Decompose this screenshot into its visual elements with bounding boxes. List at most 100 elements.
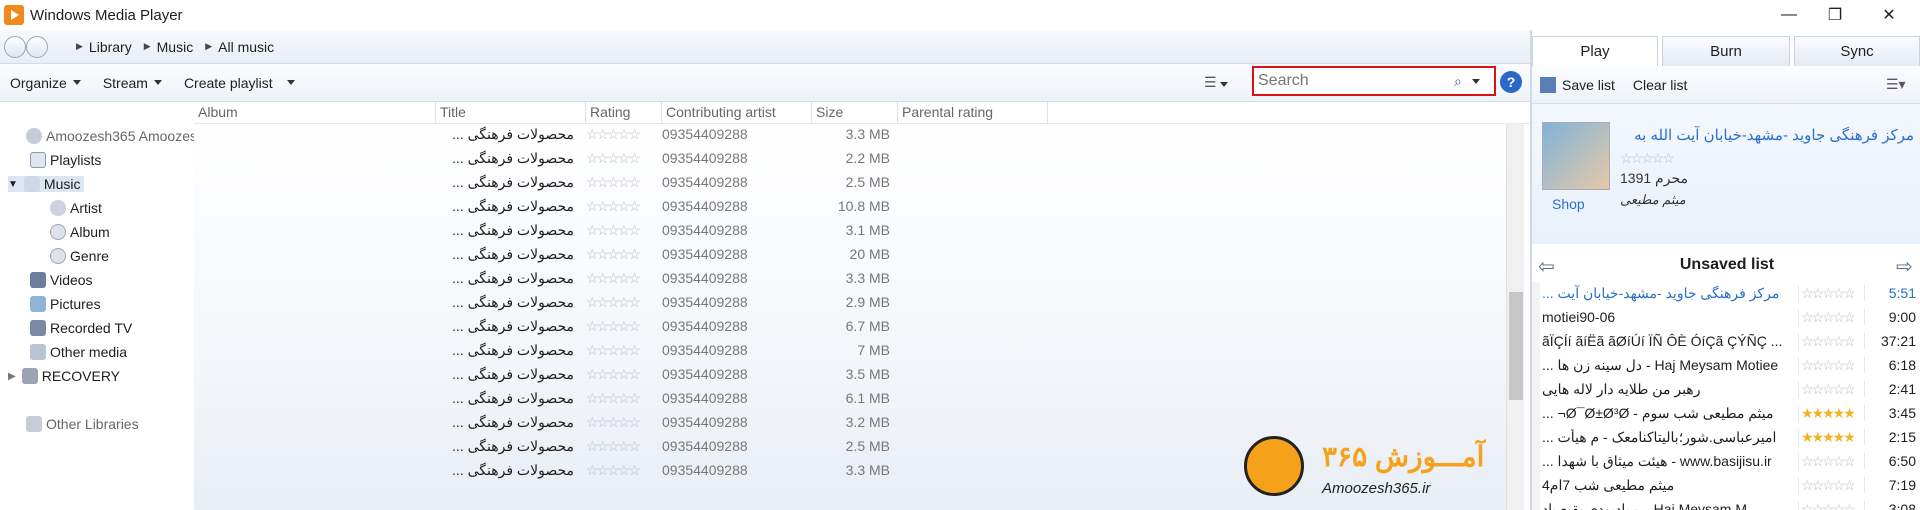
close-button[interactable]: ✕ <box>1866 0 1912 30</box>
breadcrumb-music[interactable]: ▶ Music <box>144 39 193 55</box>
table-row[interactable]: محصولات فرهنگی ... ☆☆☆☆☆ 09354409288 6.1 MB <box>194 388 1506 412</box>
rating-stars[interactable]: ☆☆☆☆☆ <box>586 198 652 215</box>
playlist-item[interactable]: Haj Meysam M... - یادبودی بقیع یاد ☆☆☆☆☆ 3… <box>1532 498 1920 510</box>
column-rating[interactable]: Rating <box>586 102 662 124</box>
table-row[interactable]: محصولات فرهنگی ... ☆☆☆☆☆ 09354409288 10.8 M… <box>194 196 1506 220</box>
sidebar-item-playlists[interactable]: Playlists <box>30 152 101 168</box>
sidebar-item-recovery[interactable]: ▶ RECOVERY <box>8 368 120 384</box>
playlist-item-title: Haj Meysam M... - یادبودی بقیع یاد <box>1542 501 1748 510</box>
column-parental-rating[interactable]: Parental rating <box>898 102 1048 124</box>
playlist-item[interactable]: www.basijisu.ir - هیئت میثاق با شهدا ...… <box>1532 450 1920 474</box>
rating-stars[interactable]: ☆☆☆☆☆ <box>586 270 652 287</box>
album-art[interactable] <box>1542 122 1610 190</box>
shop-link[interactable]: Shop <box>1552 196 1585 212</box>
organize-button[interactable]: Organize <box>10 75 81 91</box>
save-list-button[interactable]: Save list <box>1562 77 1615 93</box>
breadcrumb-arrow-icon: ▶ <box>143 41 151 51</box>
rating-stars[interactable]: ☆☆☆☆☆ <box>586 126 652 143</box>
column-title[interactable]: Title <box>436 102 586 124</box>
rating-stars[interactable]: ☆☆☆☆☆ <box>586 366 652 383</box>
rating-stars[interactable]: ☆☆☆☆☆ <box>586 414 652 431</box>
rating-stars[interactable]: ☆☆☆☆☆ <box>586 294 652 311</box>
playlist-item-rating[interactable]: ☆☆☆☆☆ <box>1798 309 1864 326</box>
sidebar-item-videos[interactable]: Videos <box>30 272 93 288</box>
chevron-down-icon[interactable] <box>1471 78 1480 84</box>
tab-sync[interactable]: Sync <box>1794 36 1920 66</box>
column-contributing-artist[interactable]: Contributing artist <box>662 102 812 124</box>
sidebar-item-artist[interactable]: Artist <box>50 200 102 216</box>
arrow-right-icon[interactable]: ⇨ <box>1896 254 1913 279</box>
rating-stars[interactable]: ☆☆☆☆☆ <box>586 318 652 335</box>
rating-stars[interactable]: ☆☆☆☆☆ <box>586 462 652 479</box>
table-row[interactable]: محصولات فرهنگی ... ☆☆☆☆☆ 09354409288 2.2 MB <box>194 148 1506 172</box>
table-row[interactable]: محصولات فرهنگی ... ☆☆☆☆☆ 09354409288 20 MB <box>194 244 1506 268</box>
playlist-item-rating[interactable]: ☆☆☆☆☆ <box>1798 357 1864 374</box>
playlist-item[interactable]: امیرعباسی.شور؛بالیتاکنامعک - م هیأت ... ★… <box>1532 426 1920 450</box>
sidebar-item-pictures[interactable]: Pictures <box>30 296 101 312</box>
playlist-item-rating[interactable]: ★★★★★ <box>1798 429 1864 446</box>
playlist-item-rating[interactable]: ★★★★★ <box>1798 405 1864 422</box>
search-input[interactable] <box>1258 72 1448 90</box>
playlist-item-rating[interactable]: ☆☆☆☆☆ <box>1798 477 1864 494</box>
sidebar-item-music[interactable]: ▼ Music <box>8 176 85 192</box>
playlist-item[interactable]: Haj Meysam Motiee - دل سینه زن ها ... ☆☆☆… <box>1532 354 1920 378</box>
playlist-item-rating[interactable]: ☆☆☆☆☆ <box>1798 501 1864 510</box>
playlist-item[interactable]: motiei90-06 ☆☆☆☆☆ 9:00 <box>1532 306 1920 330</box>
playlist-item-duration: 37:21 <box>1864 333 1916 349</box>
breadcrumb-all-music[interactable]: ▶ All music <box>205 39 274 55</box>
rating-stars[interactable]: ☆☆☆☆☆ <box>586 342 652 359</box>
clear-list-button[interactable]: Clear list <box>1633 77 1687 93</box>
search-box[interactable]: ⌕ <box>1252 66 1496 96</box>
playlist-item[interactable]: میثم مطیعی شب 7ام4 ☆☆☆☆☆ 7:19 <box>1532 474 1920 498</box>
column-size[interactable]: Size <box>812 102 898 124</box>
playlist-item-rating[interactable]: ☆☆☆☆☆ <box>1798 285 1864 302</box>
view-options-icon[interactable]: ☰ <box>1204 74 1229 91</box>
rating-stars[interactable]: ☆☆☆☆☆ <box>586 150 652 167</box>
sidebar-item-user-library[interactable]: Amoozesh365 Amoozesh <box>26 128 194 144</box>
breadcrumb-library[interactable]: ▶ Library <box>76 39 132 55</box>
help-icon[interactable]: ? <box>1500 71 1522 93</box>
sidebar-item-album[interactable]: Album <box>50 224 110 240</box>
create-playlist-button[interactable]: Create playlist <box>184 75 295 91</box>
table-row[interactable]: محصولات فرهنگی ... ☆☆☆☆☆ 09354409288 3.5 MB <box>194 364 1506 388</box>
sidebar-item-label: Artist <box>70 200 102 216</box>
sidebar-item-label: Pictures <box>50 296 101 312</box>
sidebar-item-other-libraries[interactable]: Other Libraries <box>26 416 139 432</box>
search-icon[interactable]: ⌕ <box>1454 73 1462 90</box>
column-album[interactable]: Album <box>194 102 436 124</box>
sidebar-item-genre[interactable]: Genre <box>50 248 109 264</box>
scrollbar-thumb[interactable] <box>1509 292 1523 400</box>
maximize-button[interactable]: ❐ <box>1812 0 1858 30</box>
playlist-item[interactable]: ãÏÇÍí ãíËã ãØíÚí ÏÑ ÔÈ ÓíÇã ÇÝÑÇ ... ☆☆☆☆… <box>1532 330 1920 354</box>
playlist-item[interactable]: رهبر من طلایه دار لاله هایی ☆☆☆☆☆ 2:41 <box>1532 378 1920 402</box>
now-playing-rating[interactable]: ☆☆☆☆☆ <box>1620 150 1675 167</box>
rating-stars[interactable]: ☆☆☆☆☆ <box>586 222 652 239</box>
table-row[interactable]: محصولات فرهنگی ... ☆☆☆☆☆ 09354409288 7 MB <box>194 340 1506 364</box>
table-row[interactable]: محصولات فرهنگی ... ☆☆☆☆☆ 09354409288 3.3 MB <box>194 124 1506 148</box>
minimize-button[interactable]: — <box>1766 0 1812 30</box>
table-row[interactable]: محصولات فرهنگی ... ☆☆☆☆☆ 09354409288 3.1 MB <box>194 220 1506 244</box>
tab-play[interactable]: Play <box>1532 36 1658 66</box>
rating-stars[interactable]: ☆☆☆☆☆ <box>586 438 652 455</box>
sidebar-item-recorded-tv[interactable]: Recorded TV <box>30 320 132 336</box>
table-row[interactable]: محصولات فرهنگی ... ☆☆☆☆☆ 09354409288 3.3 MB <box>194 268 1506 292</box>
forward-button[interactable] <box>26 35 48 58</box>
list-options-icon[interactable]: ☰▾ <box>1886 76 1906 93</box>
playlist-item-rating[interactable]: ☆☆☆☆☆ <box>1798 453 1864 470</box>
table-row[interactable]: محصولات فرهنگی ... ☆☆☆☆☆ 09354409288 2.9 MB <box>194 292 1506 316</box>
playlist-item-rating[interactable]: ☆☆☆☆☆ <box>1798 333 1864 350</box>
playlist-item[interactable]: میثم مطیعی شب سوم - Ø¯Ø±Ø³Ø¬ ... ★★★★★ 3:4… <box>1532 402 1920 426</box>
stream-button[interactable]: Stream <box>103 75 162 91</box>
back-button[interactable] <box>4 35 26 58</box>
playlist-item[interactable]: مرکز فرهنگی جاوید -مشهد-خیابان آیت ... ☆☆… <box>1532 282 1920 306</box>
rating-stars[interactable]: ☆☆☆☆☆ <box>586 174 652 191</box>
tab-burn[interactable]: Burn <box>1662 36 1790 66</box>
table-row[interactable]: محصولات فرهنگی ... ☆☆☆☆☆ 09354409288 6.7 MB <box>194 316 1506 340</box>
table-row[interactable]: محصولات فرهنگی ... ☆☆☆☆☆ 09354409288 2.5 MB <box>194 172 1506 196</box>
rating-stars[interactable]: ☆☆☆☆☆ <box>586 246 652 263</box>
watermark-logo-text: آمـــوزش ۳۶۵ <box>1322 441 1485 472</box>
rating-stars[interactable]: ☆☆☆☆☆ <box>586 390 652 407</box>
sidebar-item-other-media[interactable]: Other media <box>30 344 127 360</box>
now-playing-title[interactable]: مرکز فرهنگی جاوید -مشهد-خیابان آیت الله … <box>1620 126 1914 144</box>
playlist-item-rating[interactable]: ☆☆☆☆☆ <box>1798 381 1864 398</box>
